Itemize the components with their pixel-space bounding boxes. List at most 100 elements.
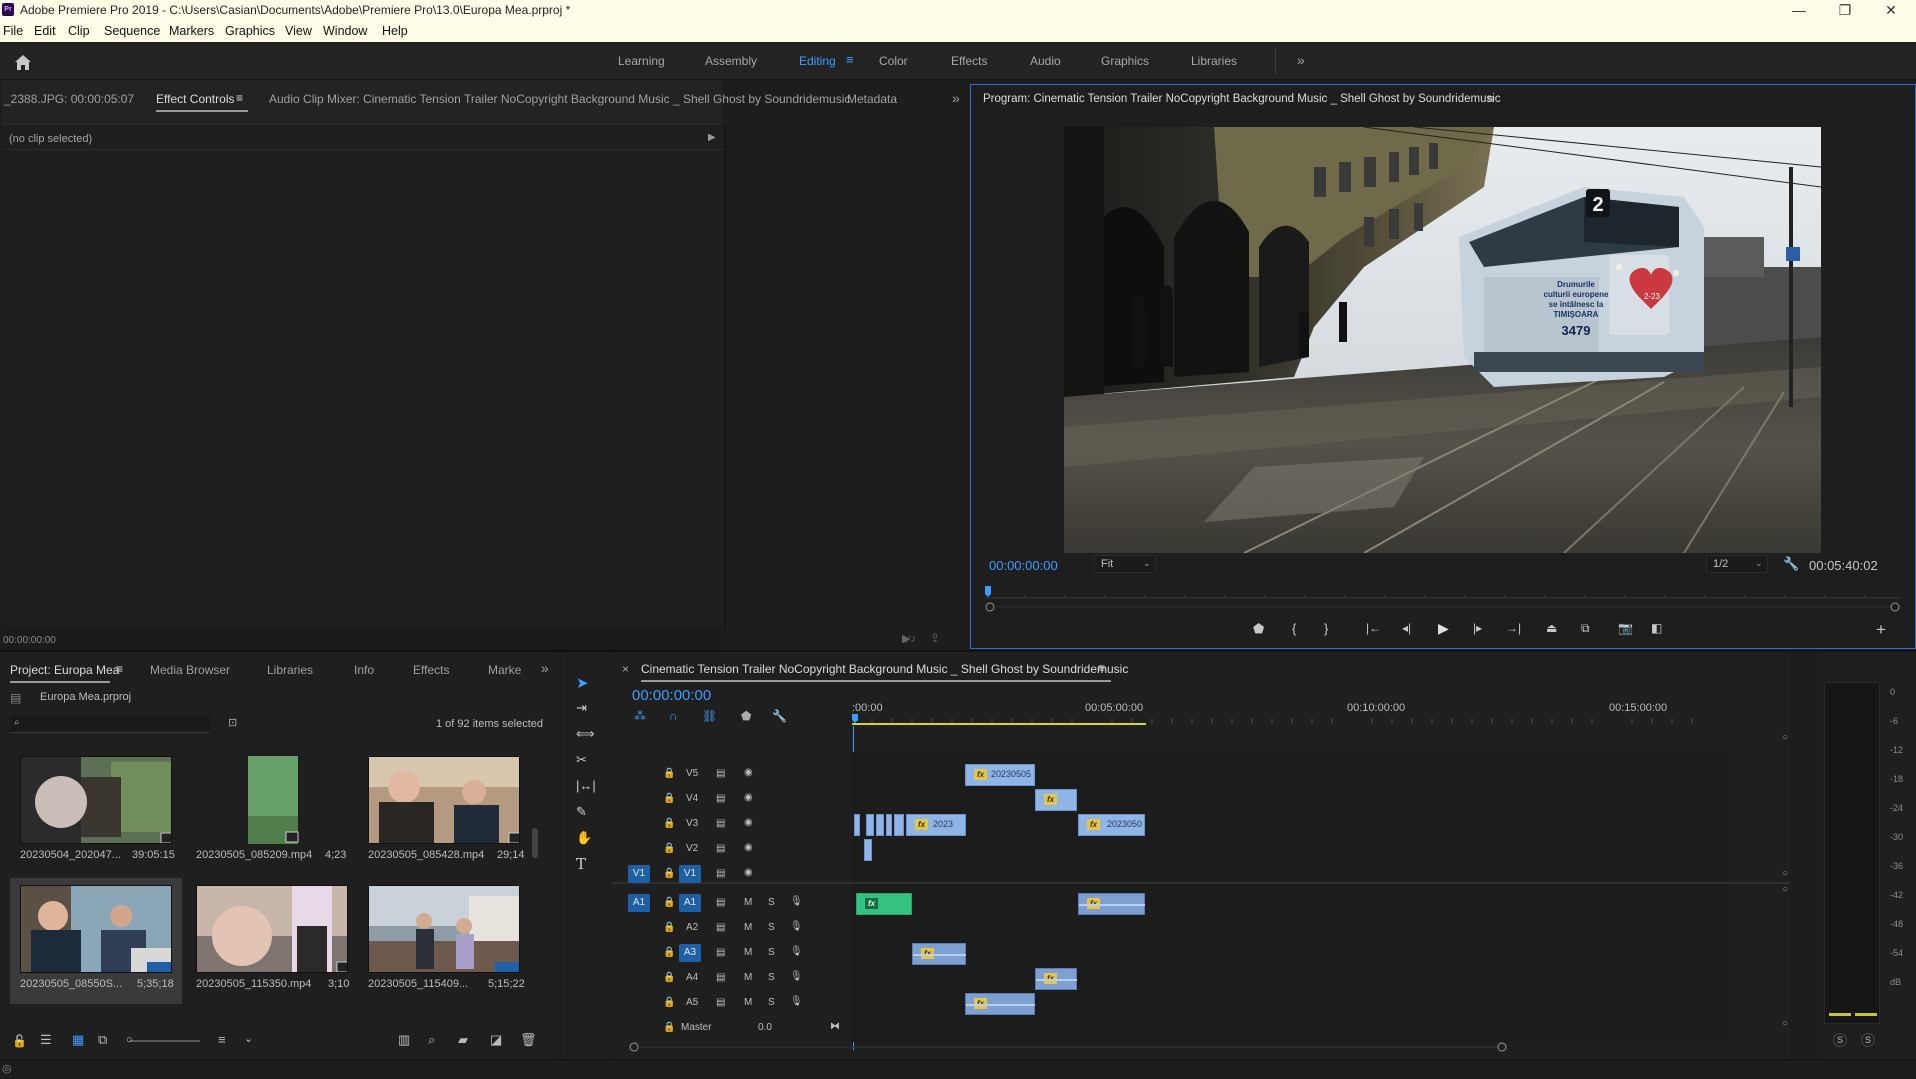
snap-icon[interactable]: ∩ [669, 709, 678, 723]
tab-info[interactable]: Info [354, 663, 374, 677]
video-clip[interactable] [866, 814, 874, 836]
tab-sequence[interactable]: Cinematic Tension Trailer NoCopyright Ba… [641, 662, 1128, 676]
menu-clip[interactable]: Clip [68, 24, 90, 38]
export-audio-icon[interactable]: ▶♪ [902, 632, 916, 645]
panel-overflow-icon[interactable]: » [541, 660, 549, 676]
eye-icon[interactable]: ◉ [744, 792, 753, 803]
sync-lock-icon[interactable]: ▤ [716, 947, 725, 958]
automate-to-sequence-icon[interactable]: ▥ [398, 1032, 410, 1048]
selection-tool-icon[interactable]: ➤ [576, 674, 589, 692]
add-marker-icon[interactable]: ⬟ [1253, 621, 1264, 637]
mark-out-icon[interactable]: } [1324, 621, 1328, 636]
maximize-button[interactable]: ❐ [1822, 0, 1868, 20]
go-to-end-icon[interactable]: ⧓ [830, 1021, 840, 1032]
audio-clip[interactable]: fx [965, 993, 1035, 1015]
microphone-icon[interactable]: 🎙 [790, 946, 803, 957]
tab-effect-controls[interactable]: Effect Controls [156, 92, 234, 106]
sync-lock-icon[interactable]: ▤ [716, 997, 725, 1008]
scroll-handle-icon[interactable]: ○ [1782, 868, 1788, 879]
sync-lock-icon[interactable]: ▤ [716, 768, 725, 779]
play-icon[interactable]: ▶ [1438, 620, 1449, 637]
tab-markers[interactable]: Marke [488, 663, 521, 677]
workspace-menu-icon[interactable]: ≡ [846, 52, 854, 67]
workspace-learning[interactable]: Learning [618, 54, 665, 68]
menu-sequence[interactable]: Sequence [104, 24, 160, 38]
video-clip[interactable] [894, 814, 904, 836]
hand-tool-icon[interactable]: ✋ [576, 830, 592, 846]
eye-icon[interactable]: ◉ [744, 767, 753, 778]
solo-button[interactable]: S [768, 947, 775, 958]
new-bin-icon[interactable]: ▰ [458, 1032, 468, 1048]
new-bin-from-search-icon[interactable]: ⊡ [228, 716, 237, 729]
audio-clip[interactable]: fx [1035, 968, 1077, 990]
tab-audio-clip-mixer[interactable]: Audio Clip Mixer: Cinematic Tension Trai… [269, 92, 850, 106]
sequence-menu-icon[interactable]: ≡ [1098, 661, 1105, 675]
lock-icon[interactable]: 🔒 [663, 793, 675, 804]
go-to-in-icon[interactable]: |← [1366, 621, 1381, 635]
video-clip[interactable] [864, 839, 872, 861]
close-sequence-icon[interactable]: × [622, 662, 629, 676]
workspace-audio[interactable]: Audio [1030, 54, 1061, 68]
track-label-v1[interactable]: V1 [679, 865, 701, 883]
expand-arrow-icon[interactable]: ▶ [708, 132, 716, 143]
lock-icon[interactable]: 🔒 [663, 1022, 675, 1033]
lock-icon[interactable]: 🔒 [663, 818, 675, 829]
menu-graphics[interactable]: Graphics [225, 24, 275, 38]
tab-media-browser[interactable]: Media Browser [150, 663, 230, 677]
lock-icon[interactable]: 🔒 [663, 922, 675, 933]
panel-overflow-icon[interactable]: » [952, 90, 960, 106]
scroll-handle-icon[interactable]: ○ [1782, 1018, 1788, 1029]
sync-lock-icon[interactable]: ▤ [716, 897, 725, 908]
timeline-horizontal-scrollbar[interactable] [628, 1041, 1722, 1053]
find-icon[interactable]: ⌕ [428, 1032, 435, 1048]
lock-icon[interactable]: 🔒 [663, 972, 675, 983]
track-select-tool-icon[interactable]: ⇥ [576, 700, 587, 716]
thumbnail-size-slider[interactable] [130, 1040, 200, 1042]
source-patch-a1[interactable]: A1 [628, 894, 650, 912]
add-marker-icon[interactable]: ⬟ [741, 709, 751, 723]
video-clip[interactable]: fx 20230505 [965, 764, 1035, 786]
step-back-icon[interactable]: ◂| [1402, 621, 1411, 635]
eye-icon[interactable]: ◉ [744, 842, 753, 853]
lock-icon[interactable]: 🔒 [663, 897, 675, 908]
menu-edit[interactable]: Edit [34, 24, 56, 38]
comparison-view-icon[interactable]: ◧ [1651, 621, 1662, 635]
microphone-icon[interactable]: 🎙 [790, 996, 803, 1007]
master-volume[interactable]: 0.0 [758, 1022, 772, 1033]
menu-view[interactable]: View [285, 24, 312, 38]
resolution-select[interactable]: 1/2 ⌄ [1706, 555, 1768, 573]
lock-icon[interactable]: 🔒 [663, 843, 675, 854]
audio-clip[interactable]: fx [912, 943, 966, 965]
add-button-icon[interactable]: + [1876, 620, 1886, 640]
trash-icon[interactable]: 🗑 [520, 1032, 537, 1048]
chevron-down-icon[interactable]: ⌄ [244, 1032, 253, 1045]
mute-button[interactable]: M [744, 922, 752, 933]
audio-clip[interactable]: fx [1078, 893, 1145, 915]
eye-icon[interactable]: ◉ [744, 817, 753, 828]
source-patch-v1[interactable]: V1 [628, 865, 650, 883]
type-tool-icon[interactable]: T [576, 855, 586, 873]
solo-button[interactable]: S [768, 997, 775, 1008]
extract-icon[interactable]: ⧉ [1581, 621, 1590, 636]
tab-metadata[interactable]: Metadata [847, 92, 897, 106]
tab-menu-icon[interactable]: ≡ [236, 91, 243, 105]
workspace-editing[interactable]: Editing [799, 54, 836, 68]
project-search-input[interactable]: ⌕ [10, 715, 210, 733]
solo-button[interactable]: S [768, 922, 775, 933]
audio-clip[interactable]: fx [856, 893, 912, 915]
lock-icon[interactable]: 🔒 [663, 947, 675, 958]
media-thumbnail-2[interactable] [196, 756, 348, 844]
time-ruler[interactable]: :00:00 00:05:00:00 00:10:00:00 00:15:00:… [852, 700, 1728, 726]
timeline-settings-icon[interactable]: 🔧 [772, 709, 787, 723]
zoom-level-select[interactable]: Fit ⌄ [1094, 555, 1156, 573]
export-frame-icon[interactable]: 📷 [1618, 621, 1633, 635]
tab-source[interactable]: _2388.JPG: 00:00:05:07 [4, 92, 134, 106]
sync-lock-icon[interactable]: ▤ [716, 868, 725, 879]
solo-button[interactable]: S [768, 897, 775, 908]
sync-lock-icon[interactable]: ▤ [716, 972, 725, 983]
export-icon[interactable]: ⇪ [930, 631, 940, 645]
video-clip[interactable]: fx 2023 [906, 814, 966, 836]
solo-right-button[interactable]: S [1861, 1033, 1875, 1047]
workspace-overflow-icon[interactable]: » [1297, 52, 1305, 68]
video-clip[interactable] [876, 814, 884, 836]
